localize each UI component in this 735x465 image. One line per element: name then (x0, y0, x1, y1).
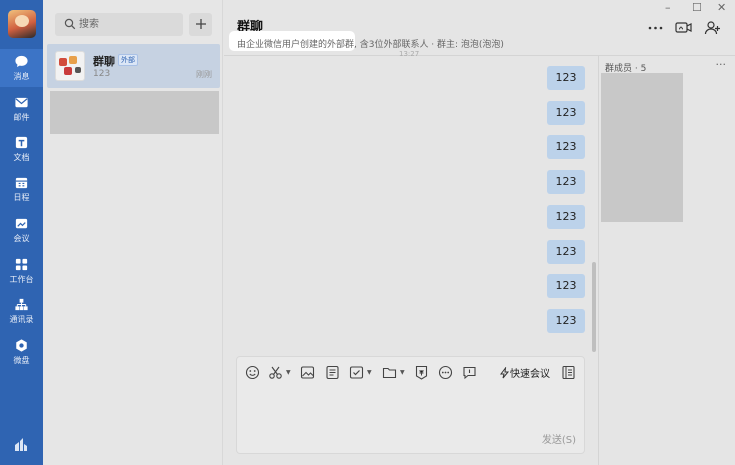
member-more-icon[interactable]: ··· (716, 58, 727, 71)
image-icon[interactable] (300, 365, 315, 380)
scissors-icon[interactable] (268, 365, 283, 380)
reply-icon[interactable] (462, 365, 477, 380)
nav-label: 日程 (13, 193, 30, 202)
message-bubble[interactable]: 123 (547, 205, 585, 229)
message-area: 13:27 123 123 123 123 123 123 123 123 (224, 50, 598, 354)
nav-item-drive[interactable]: 微盘 (0, 333, 43, 371)
conversation-item[interactable]: 群聊 外部 123 刚刚 (47, 44, 220, 88)
group-avatar (55, 51, 85, 81)
conversation-preview: 123 (93, 69, 111, 79)
nav-item-workbench[interactable]: 工作台 (0, 252, 43, 290)
video-call-icon[interactable] (675, 20, 692, 35)
contacts-icon (15, 298, 28, 311)
nav-item-calendar[interactable]: 日程 (0, 170, 43, 208)
message-bubble[interactable]: 123 (547, 309, 585, 333)
message-scrollbar[interactable] (592, 262, 596, 352)
calendar-icon (15, 177, 28, 189)
nav-item-docs[interactable]: 文档 (0, 130, 43, 168)
add-button[interactable] (189, 13, 212, 36)
composer[interactable]: ▼ ▼ ▼ 快速会议 发送(S) (236, 356, 585, 454)
more-icon[interactable] (647, 20, 664, 35)
cloud-drive-icon (16, 339, 27, 352)
emoji-icon[interactable] (245, 365, 260, 380)
time-stamp: 13:27 (399, 50, 420, 58)
lightning-icon (500, 366, 510, 379)
todo-icon[interactable] (349, 365, 364, 380)
nav-label: 会议 (13, 234, 30, 243)
nav-item-meeting[interactable]: 会议 (0, 211, 43, 249)
quick-meeting-button[interactable]: 快速会议 (499, 365, 550, 380)
document-icon (15, 136, 28, 149)
nav-label: 消息 (13, 72, 30, 81)
external-tag: 外部 (118, 54, 138, 66)
maximize-button[interactable]: ☐ (692, 1, 702, 14)
user-avatar[interactable] (8, 10, 36, 38)
mail-icon (15, 97, 28, 108)
conversation-panel: 群聊 外部 123 刚刚 (43, 0, 223, 465)
message-bubble[interactable]: 123 (547, 170, 585, 194)
left-nav: 消息 邮件 文档 日程 会议 工作台 通讯录 微盘 (0, 0, 43, 465)
send-button[interactable]: 发送(S) (542, 431, 576, 446)
conversation-placeholder (50, 91, 219, 134)
message-bubble[interactable]: 123 (547, 66, 585, 90)
conversation-name: 群聊 (93, 55, 115, 68)
nav-label: 工作台 (9, 275, 34, 284)
folder-icon[interactable] (382, 365, 397, 380)
search-input[interactable] (79, 13, 179, 36)
nav-label: 通讯录 (9, 315, 34, 324)
nav-label: 邮件 (13, 113, 30, 122)
member-list-placeholder (601, 73, 683, 222)
search-icon (64, 18, 76, 30)
plus-icon (195, 19, 206, 29)
close-button[interactable]: ✕ (717, 1, 726, 14)
chat-history-icon[interactable] (561, 365, 576, 380)
message-bubble[interactable]: 123 (547, 240, 585, 264)
message-bubble[interactable]: 123 (547, 101, 585, 125)
minimize-button[interactable]: – (665, 1, 671, 14)
workbench-icon (15, 258, 28, 271)
chat-panel: – ☐ ✕ 群聊 由企业微信用户创建的外部群, 含3位外部联系人 · 群主: 泡… (224, 0, 735, 465)
note-icon[interactable] (325, 365, 340, 380)
nav-item-contacts[interactable]: 通讯录 (0, 292, 43, 330)
nav-item-mail[interactable]: 邮件 (0, 90, 43, 128)
search-box[interactable] (55, 13, 183, 36)
nav-label: 文档 (13, 153, 30, 162)
nav-label: 微盘 (13, 356, 30, 365)
quick-meeting-label: 快速会议 (510, 369, 550, 380)
nav-item-messages[interactable]: 消息 (0, 49, 43, 87)
member-panel: 群成员 · 5 ··· (598, 56, 735, 465)
red-packet-icon[interactable] (414, 365, 429, 380)
more-circle-icon[interactable] (438, 365, 453, 380)
message-bubble[interactable]: 123 (547, 274, 585, 298)
chat-subtitle: 由企业微信用户创建的外部群, 含3位外部联系人 · 群主: 泡泡(泡泡) (237, 40, 504, 50)
app-logo-icon[interactable] (13, 437, 29, 453)
add-member-icon[interactable] (704, 20, 721, 35)
chat-bubble-icon (15, 55, 28, 68)
meeting-icon (15, 218, 28, 229)
message-bubble[interactable]: 123 (547, 135, 585, 159)
conversation-time: 刚刚 (196, 70, 212, 79)
